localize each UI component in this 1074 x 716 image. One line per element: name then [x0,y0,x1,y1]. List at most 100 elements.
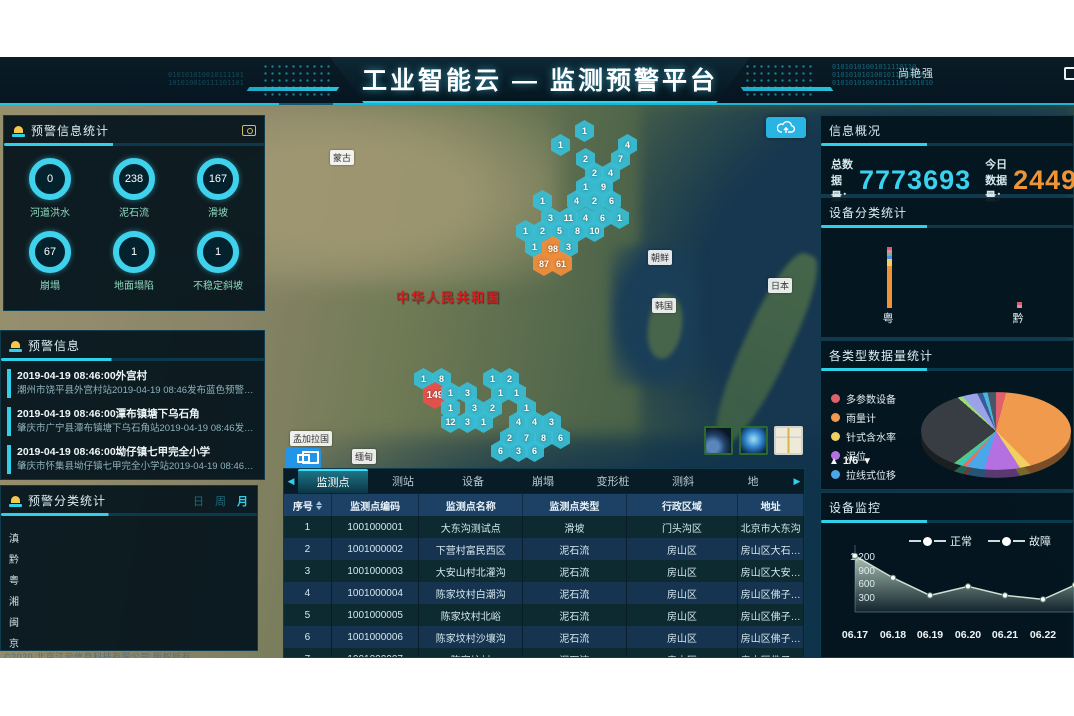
table-cell: 6 [284,626,332,648]
user-name[interactable]: 尚艳强 [898,65,934,81]
pie-chart-face[interactable] [921,392,1071,470]
table-cell: 房山区佛子… [738,626,804,648]
table-cell: 1001000001 [332,516,420,538]
stacked-bar-黔[interactable] [1017,302,1022,308]
table-cell: 房山区 [627,560,739,582]
warning-list-item[interactable]: 2019-04-19 08:46:00潭布镇塘下乌石角肇庆市广宁县潭布镇塘下乌石… [7,407,258,436]
table-cell: 房山区 [627,626,739,648]
tab-测斜[interactable]: 测斜 [648,469,718,493]
warning-item-title: 2019-04-19 08:46:00潭布镇塘下乌石角 [17,407,258,422]
period-toggle-月[interactable]: 月 [237,493,249,509]
table-row[interactable]: 51001000005陈家坟村北峪泥石流房山区房山区佛子… [284,604,804,626]
tab-设备[interactable]: 设备 [438,469,508,493]
table-cell: 泥石流 [523,538,627,560]
data-point[interactable] [1040,597,1045,602]
legend-label: 多参数设备 [846,391,896,406]
tab-监测点[interactable]: 监测点 [298,469,368,493]
table-cell: 北京市大东沟 [738,516,804,538]
table-cell: 7 [284,648,332,658]
warning-list-item[interactable]: 2019-04-19 08:46:00外宫村潮州市饶平县外宫村站2019-04-… [7,369,258,398]
column-header-序号[interactable]: 序号 [284,494,332,516]
table-cell: 房山区 [627,538,739,560]
tab-变形桩[interactable]: 变形桩 [578,469,648,493]
screenshot-stage: 1142724191426311461125810198387611812149… [0,0,1074,716]
table-row[interactable]: 41001000004陈家坟村白潮沟泥石流房山区房山区佛子… [284,582,804,604]
camera-icon[interactable] [242,125,256,136]
sort-icon[interactable] [316,501,322,510]
panel-device-class: 设备分类统计 粤黔 [820,197,1074,338]
top-header: 010101010010111101 101010010111101101 01… [0,57,1074,105]
basemap-thumb-globe[interactable] [739,426,768,455]
table-row[interactable]: 61001000006陈家坟村沙壤沟泥石流房山区房山区佛子… [284,626,804,648]
data-point[interactable] [965,584,970,589]
legend-pager: ▲ 1/6 ▼ [829,455,872,467]
tabs-prev-icon[interactable]: ◀ [284,469,298,493]
table-cell: 1001000002 [332,538,420,560]
panel-warning-stats-title: 预警信息统计 [31,122,109,139]
column-header-行政区域[interactable]: 行政区域 [627,494,739,516]
monitor-area-chart [849,543,1074,625]
table-cell: 1001000004 [332,582,420,604]
table-row[interactable]: 71001000007陈家坟村泥石流房山区房山区佛子… [284,648,804,658]
tab-测站[interactable]: 测站 [368,469,438,493]
column-header-地址[interactable]: 地址 [738,494,804,516]
pie-chart [921,377,1071,487]
warning-stat: 167滑坡 [176,158,260,219]
tabs-next-icon[interactable]: ▶ [790,469,804,493]
panel-warning-class-title: 预警分类统计 [28,492,106,509]
data-point[interactable] [1002,593,1007,598]
x-tick-label: 06.20 [948,629,988,641]
table-cell: 泥石流 [523,604,627,626]
stacked-bar-粤[interactable] [887,247,892,308]
table-cell: 4 [284,582,332,604]
panel-warning-list-title: 预警信息 [28,337,80,354]
y-tick-label: 300 [841,593,875,604]
warning-list-item[interactable]: 2019-04-19 08:46:00坳仔镇七甲完全小学肇庆市怀集县坳仔镇七甲完… [7,445,258,474]
map-layers-button[interactable] [285,448,321,469]
panel-warning-class: 预警分类统计 日周月 滇黔粤湘闽京 [0,485,258,651]
legend-dot [831,394,840,403]
warning-stat-value: 238 [113,158,155,200]
warning-item-title: 2019-04-19 08:46:00坳仔镇七甲完全小学 [17,445,258,460]
table-cell: 泥石流 [523,648,627,658]
panel-info-title: 信息概况 [829,122,881,139]
cloud-upload-button[interactable] [766,117,806,138]
map-country-label: 中华人民共和国 [396,287,501,306]
table-cell: 2 [284,538,332,560]
basemap-switcher [704,426,803,455]
column-header-监测点名称[interactable]: 监测点名称 [419,494,523,516]
column-header-监测点类型[interactable]: 监测点类型 [523,494,627,516]
province-category-axis: 滇黔粤湘闽京 [1,518,257,650]
table-cell: 房山区大安… [738,560,804,582]
fullscreen-icon[interactable] [1064,67,1074,80]
table-row[interactable]: 21001000002下营村富民西区泥石流房山区房山区大石… [284,538,804,560]
table-row[interactable]: 31001000003大安山村北灌沟泥石流房山区房山区大安… [284,560,804,582]
y-tick-label: 900 [841,566,875,577]
period-toggle-周[interactable]: 周 [215,493,227,509]
legend-item[interactable]: 多参数设备 [831,391,896,406]
basemap-thumb-street[interactable] [774,426,803,455]
legend-dot [831,413,840,422]
legend-item[interactable]: 拉线式位移 [831,467,896,482]
pager-text: 1/6 [843,455,858,467]
pie-legend: 多参数设备雨量计针式含水率泥位拉线式位移 [831,391,896,482]
panel-underline [821,368,1073,371]
column-header-监测点编码[interactable]: 监测点编码 [332,494,420,516]
tab-地[interactable]: 地 [718,469,788,493]
tab-崩塌[interactable]: 崩塌 [508,469,578,493]
pager-up-icon[interactable]: ▲ [829,456,839,467]
data-point[interactable] [890,575,895,580]
pager-down-icon[interactable]: ▼ [862,456,872,467]
legend-item[interactable]: 针式含水率 [831,429,896,444]
data-point[interactable] [927,593,932,598]
legend-item[interactable]: 雨量计 [831,410,896,425]
basemap-thumb-dark-globe[interactable] [704,426,733,455]
period-toggle-日[interactable]: 日 [193,493,205,509]
table-row[interactable]: 11001000001大东沟测试点滑坡门头沟区北京市大东沟 [284,516,804,538]
bar-segment [1017,305,1022,308]
table-cell: 陈家坟村白潮沟 [419,582,523,604]
panel-underline [1,513,257,516]
table-cell: 1001000006 [332,626,420,648]
warning-stat-label: 地面塌陷 [114,277,154,292]
warning-stat: 67崩塌 [8,231,92,292]
